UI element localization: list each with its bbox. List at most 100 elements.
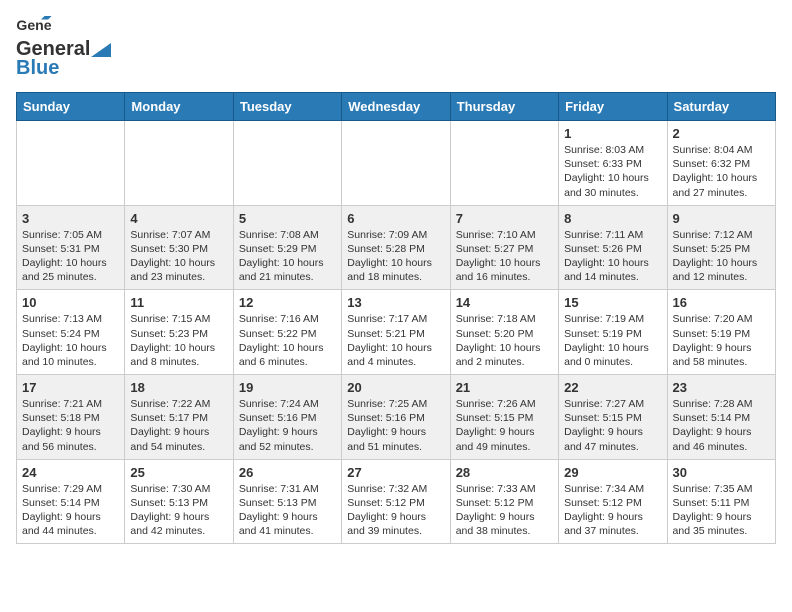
calendar-cell: 6Sunrise: 7:09 AM Sunset: 5:28 PM Daylig… xyxy=(342,205,450,290)
calendar-header-row: SundayMondayTuesdayWednesdayThursdayFrid… xyxy=(17,93,776,121)
calendar-week-2: 3Sunrise: 7:05 AM Sunset: 5:31 PM Daylig… xyxy=(17,205,776,290)
calendar-cell: 15 Sunrise: 7:19 AM Sunset: 5:19 PM Dayli… xyxy=(559,290,667,375)
cell-content: Sunrise: 7:25 AM Sunset: 5:16 PM Dayligh… xyxy=(347,397,444,454)
cell-content: Sunrise: 8:03 AM Sunset: 6:33 PM Dayligh… xyxy=(564,143,661,200)
weekday-header-friday: Friday xyxy=(559,93,667,121)
cell-content: Sunrise: 7:22 AM Sunset: 5:17 PM Dayligh… xyxy=(130,397,227,454)
logo-triangle xyxy=(91,43,111,57)
calendar-cell xyxy=(17,121,125,206)
day-number: 25 xyxy=(130,465,227,480)
day-number: 28 xyxy=(456,465,553,480)
calendar-cell: 23 Sunrise: 7:28 AM Sunset: 5:14 PM Dayli… xyxy=(667,375,775,460)
day-number: 21 xyxy=(456,380,553,395)
cell-content: Sunrise: 7:17 AM Sunset: 5:21 PM Dayligh… xyxy=(347,312,444,369)
calendar-cell: 1 Sunrise: 8:03 AM Sunset: 6:33 PM Daylig… xyxy=(559,121,667,206)
calendar-cell: 19 Sunrise: 7:24 AM Sunset: 5:16 PM Dayli… xyxy=(233,375,341,460)
weekday-header-sunday: Sunday xyxy=(17,93,125,121)
cell-content: Sunrise: 7:12 AM Sunset: 5:25 PM Dayligh… xyxy=(673,228,770,285)
day-number: 23 xyxy=(673,380,770,395)
weekday-header-tuesday: Tuesday xyxy=(233,93,341,121)
cell-content: Sunrise: 7:28 AM Sunset: 5:14 PM Dayligh… xyxy=(673,397,770,454)
cell-content: Sunrise: 7:35 AM Sunset: 5:11 PM Dayligh… xyxy=(673,482,770,539)
day-number: 26 xyxy=(239,465,336,480)
calendar-cell: 17Sunrise: 7:21 AM Sunset: 5:18 PM Dayli… xyxy=(17,375,125,460)
day-number: 2 xyxy=(673,126,770,141)
cell-content: Sunrise: 7:07 AM Sunset: 5:30 PM Dayligh… xyxy=(130,228,227,285)
cell-content: Sunrise: 7:30 AM Sunset: 5:13 PM Dayligh… xyxy=(130,482,227,539)
calendar-cell: 7Sunrise: 7:10 AM Sunset: 5:27 PM Daylig… xyxy=(450,205,558,290)
cell-content: Sunrise: 7:20 AM Sunset: 5:19 PM Dayligh… xyxy=(673,312,770,369)
calendar-cell: 29 Sunrise: 7:34 AM Sunset: 5:12 PM Dayli… xyxy=(559,459,667,544)
calendar-week-4: 17Sunrise: 7:21 AM Sunset: 5:18 PM Dayli… xyxy=(17,375,776,460)
day-number: 20 xyxy=(347,380,444,395)
day-number: 29 xyxy=(564,465,661,480)
calendar-cell: 2 Sunrise: 8:04 AM Sunset: 6:32 PM Daylig… xyxy=(667,121,775,206)
calendar-cell: 3Sunrise: 7:05 AM Sunset: 5:31 PM Daylig… xyxy=(17,205,125,290)
day-number: 12 xyxy=(239,295,336,310)
calendar-cell xyxy=(125,121,233,206)
calendar-cell: 16 Sunrise: 7:20 AM Sunset: 5:19 PM Dayli… xyxy=(667,290,775,375)
calendar-cell: 9Sunrise: 7:12 AM Sunset: 5:25 PM Daylig… xyxy=(667,205,775,290)
calendar-table: SundayMondayTuesdayWednesdayThursdayFrid… xyxy=(16,92,776,544)
calendar-cell xyxy=(450,121,558,206)
day-number: 1 xyxy=(564,126,661,141)
calendar-week-1: 1 Sunrise: 8:03 AM Sunset: 6:33 PM Daylig… xyxy=(17,121,776,206)
day-number: 4 xyxy=(130,211,227,226)
calendar-cell: 25 Sunrise: 7:30 AM Sunset: 5:13 PM Dayli… xyxy=(125,459,233,544)
logo: General General Blue xyxy=(16,16,111,80)
calendar-cell: 28 Sunrise: 7:33 AM Sunset: 5:12 PM Dayli… xyxy=(450,459,558,544)
cell-content: Sunrise: 7:33 AM Sunset: 5:12 PM Dayligh… xyxy=(456,482,553,539)
cell-content: Sunrise: 7:27 AM Sunset: 5:15 PM Dayligh… xyxy=(564,397,661,454)
calendar-cell xyxy=(342,121,450,206)
cell-content: Sunrise: 7:19 AM Sunset: 5:19 PM Dayligh… xyxy=(564,312,661,369)
weekday-header-thursday: Thursday xyxy=(450,93,558,121)
calendar-cell: 22 Sunrise: 7:27 AM Sunset: 5:15 PM Dayli… xyxy=(559,375,667,460)
cell-content: Sunrise: 7:29 AM Sunset: 5:14 PM Dayligh… xyxy=(22,482,119,539)
calendar-cell: 30 Sunrise: 7:35 AM Sunset: 5:11 PM Dayli… xyxy=(667,459,775,544)
weekday-header-wednesday: Wednesday xyxy=(342,93,450,121)
calendar-cell: 4 Sunrise: 7:07 AM Sunset: 5:30 PM Daylig… xyxy=(125,205,233,290)
cell-content: Sunrise: 7:32 AM Sunset: 5:12 PM Dayligh… xyxy=(347,482,444,539)
logo-icon: General xyxy=(16,16,52,38)
weekday-header-monday: Monday xyxy=(125,93,233,121)
calendar-cell: 11Sunrise: 7:15 AM Sunset: 5:23 PM Dayli… xyxy=(125,290,233,375)
calendar-cell: 21 Sunrise: 7:26 AM Sunset: 5:15 PM Dayli… xyxy=(450,375,558,460)
cell-content: Sunrise: 7:11 AM Sunset: 5:26 PM Dayligh… xyxy=(564,228,661,285)
cell-content: Sunrise: 7:05 AM Sunset: 5:31 PM Dayligh… xyxy=(22,228,119,285)
day-number: 17 xyxy=(22,380,119,395)
weekday-header-saturday: Saturday xyxy=(667,93,775,121)
cell-content: Sunrise: 7:31 AM Sunset: 5:13 PM Dayligh… xyxy=(239,482,336,539)
calendar-cell: 20 Sunrise: 7:25 AM Sunset: 5:16 PM Dayli… xyxy=(342,375,450,460)
day-number: 16 xyxy=(673,295,770,310)
cell-content: Sunrise: 7:08 AM Sunset: 5:29 PM Dayligh… xyxy=(239,228,336,285)
day-number: 6 xyxy=(347,211,444,226)
day-number: 5 xyxy=(239,211,336,226)
day-number: 22 xyxy=(564,380,661,395)
day-number: 24 xyxy=(22,465,119,480)
calendar-cell: 5 Sunrise: 7:08 AM Sunset: 5:29 PM Daylig… xyxy=(233,205,341,290)
cell-content: Sunrise: 7:18 AM Sunset: 5:20 PM Dayligh… xyxy=(456,312,553,369)
calendar-cell: 24 Sunrise: 7:29 AM Sunset: 5:14 PM Dayli… xyxy=(17,459,125,544)
calendar-cell: 13 Sunrise: 7:17 AM Sunset: 5:21 PM Dayli… xyxy=(342,290,450,375)
day-number: 30 xyxy=(673,465,770,480)
page-header: General General Blue xyxy=(16,16,776,80)
cell-content: Sunrise: 7:24 AM Sunset: 5:16 PM Dayligh… xyxy=(239,397,336,454)
day-number: 13 xyxy=(347,295,444,310)
day-number: 19 xyxy=(239,380,336,395)
day-number: 8 xyxy=(564,211,661,226)
cell-content: Sunrise: 7:26 AM Sunset: 5:15 PM Dayligh… xyxy=(456,397,553,454)
calendar-cell: 27 Sunrise: 7:32 AM Sunset: 5:12 PM Dayli… xyxy=(342,459,450,544)
cell-content: Sunrise: 7:13 AM Sunset: 5:24 PM Dayligh… xyxy=(22,312,119,369)
calendar-cell: 12Sunrise: 7:16 AM Sunset: 5:22 PM Dayli… xyxy=(233,290,341,375)
calendar-cell: 8 Sunrise: 7:11 AM Sunset: 5:26 PM Daylig… xyxy=(559,205,667,290)
cell-content: Sunrise: 8:04 AM Sunset: 6:32 PM Dayligh… xyxy=(673,143,770,200)
day-number: 15 xyxy=(564,295,661,310)
day-number: 11 xyxy=(130,295,227,310)
day-number: 14 xyxy=(456,295,553,310)
day-number: 27 xyxy=(347,465,444,480)
calendar-week-5: 24 Sunrise: 7:29 AM Sunset: 5:14 PM Dayli… xyxy=(17,459,776,544)
calendar-cell: 10Sunrise: 7:13 AM Sunset: 5:24 PM Dayli… xyxy=(17,290,125,375)
cell-content: Sunrise: 7:34 AM Sunset: 5:12 PM Dayligh… xyxy=(564,482,661,539)
calendar-cell: 14 Sunrise: 7:18 AM Sunset: 5:20 PM Dayli… xyxy=(450,290,558,375)
calendar-week-3: 10Sunrise: 7:13 AM Sunset: 5:24 PM Dayli… xyxy=(17,290,776,375)
